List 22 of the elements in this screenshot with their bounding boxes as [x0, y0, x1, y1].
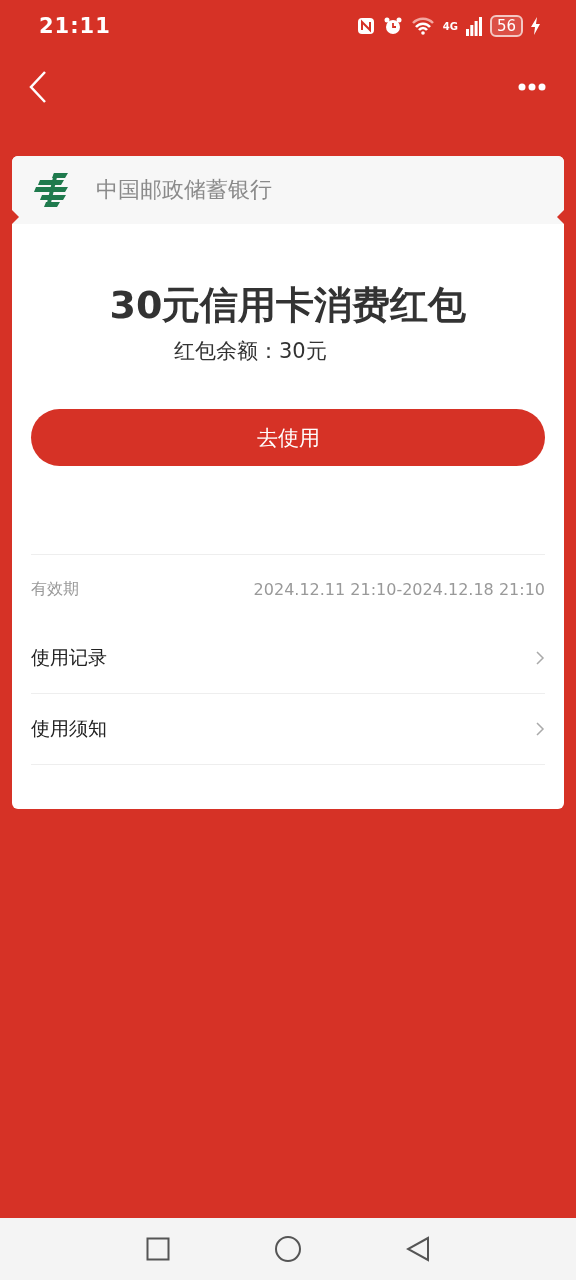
network-type: 4G: [442, 20, 458, 32]
nfc-icon: [356, 17, 375, 35]
coupon-balance: 红包余额：30元: [174, 338, 327, 365]
coupon-title: 30元信用卡消费红包: [109, 282, 467, 329]
bank-name: 中国邮政储蓄银行: [96, 176, 272, 204]
wifi-icon: [410, 17, 435, 35]
alarm-icon: [382, 16, 403, 36]
menu-row[interactable]: 使用记录: [31, 623, 545, 694]
charging-icon: [531, 17, 540, 35]
battery-level: 56: [489, 15, 523, 37]
validity-label: 有效期: [31, 578, 79, 600]
validity-period: 2024.12.11 21:10-2024.12.18 21:10: [253, 579, 545, 599]
status-time: 21:11: [39, 14, 111, 38]
chevron-right-icon: [535, 650, 545, 666]
use-button[interactable]: 去使用: [31, 409, 545, 466]
signal-icon: [465, 16, 482, 36]
menu-row-label: 使用记录: [31, 645, 107, 670]
chevron-right-icon: [535, 721, 545, 737]
menu-row-label: 使用须知: [31, 716, 107, 741]
card-notch: [557, 210, 564, 224]
menu-row[interactable]: 使用须知: [31, 694, 545, 765]
card-notch: [12, 210, 19, 224]
